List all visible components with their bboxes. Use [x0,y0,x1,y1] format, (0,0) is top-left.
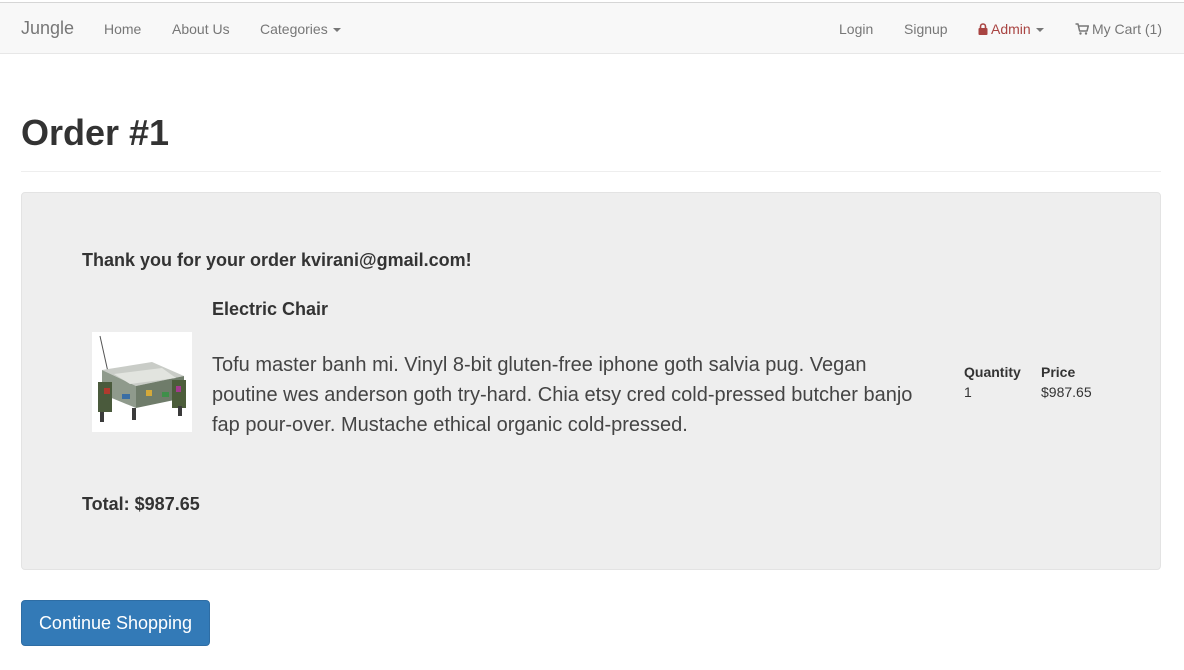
nav-categories-label: Categories [260,21,328,37]
title-divider [21,171,1161,172]
nav-signup[interactable]: Signup [904,21,948,37]
nav-admin-label: Admin [991,21,1031,37]
nav-about-us[interactable]: About Us [172,21,230,37]
top-navbar: Jungle Home About Us Categories Login Si… [0,2,1184,54]
order-summary-panel: Thank you for your order kvirani@gmail.c… [21,192,1161,570]
nav-admin-dropdown[interactable]: Admin [978,21,1044,37]
nav-my-cart[interactable]: My Cart (1) [1075,21,1162,37]
product-image [92,332,192,432]
price-header: Price [1041,364,1076,380]
nav-login[interactable]: Login [839,21,873,37]
price-value: $987.65 [1041,384,1092,400]
order-total: Total: $987.65 [82,494,200,514]
chevron-down-icon [1035,28,1044,33]
quantity-header: Quantity [964,364,1021,380]
order-item-description: Tofu master banh mi. Vinyl 8-bit gluten-… [212,354,913,436]
chevron-down-icon [332,28,341,33]
order-item-name: Electric Chair [212,299,329,319]
page-title: Order #1 [21,112,170,153]
cart-icon [1075,23,1089,35]
nav-home[interactable]: Home [104,21,141,37]
lock-icon [978,23,988,35]
brand-link[interactable]: Jungle [21,18,74,39]
nav-categories-dropdown[interactable]: Categories [260,21,341,37]
quantity-value: 1 [964,384,972,400]
order-thank-you-message: Thank you for your order kvirani@gmail.c… [82,250,472,270]
continue-shopping-button[interactable]: Continue Shopping [21,600,210,646]
nav-cart-label: My Cart (1) [1092,21,1162,37]
